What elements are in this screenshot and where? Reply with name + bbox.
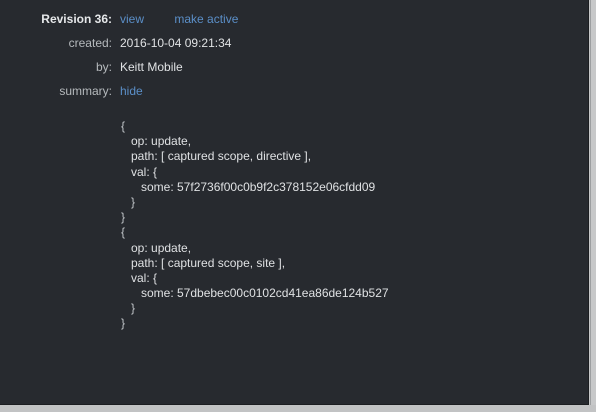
revision-actions: view make active	[120, 9, 238, 29]
change-val-close: }	[131, 194, 136, 209]
by-label: by:	[95, 60, 112, 74]
change-close-brace: }	[121, 316, 126, 331]
created-label: created:	[68, 36, 112, 50]
change-op: op: update,	[131, 134, 192, 149]
change-val-open: val: {	[131, 270, 158, 285]
summary-code-block: { op: update, path: [ captured scope, di…	[121, 119, 389, 332]
revision-label: Revision 36:	[41, 12, 112, 26]
change-val-close: }	[131, 301, 136, 316]
summary-label: summary:	[59, 84, 112, 98]
bottom-edge	[0, 405, 596, 412]
scrollbar-edge[interactable]	[589, 0, 596, 412]
change-open-brace: {	[121, 119, 126, 133]
by-value: Keitt Mobile	[120, 60, 183, 74]
change-open-brace: {	[121, 225, 126, 240]
revision-panel: Revision 36: view make active created: 2…	[0, 0, 589, 405]
hide-summary-link[interactable]: hide	[120, 81, 143, 101]
view-link[interactable]: view	[120, 12, 144, 26]
make-active-link[interactable]: make active	[174, 12, 238, 26]
change-op: op: update,	[131, 240, 192, 255]
change-path: path: [ captured scope, site ],	[131, 255, 286, 270]
change-some: some: 57f2736f00c0b9f2c378152e06cfdd09	[141, 179, 376, 194]
change-some: some: 57dbebec00c0102cd41ea86de124b527	[141, 286, 389, 301]
change-val-open: val: {	[131, 164, 158, 179]
scrollbar-divider	[590, 0, 591, 412]
change-path: path: [ captured scope, directive ],	[131, 149, 312, 164]
change-close-brace: }	[121, 210, 126, 225]
created-value: 2016-10-04 09:21:34	[120, 36, 232, 50]
